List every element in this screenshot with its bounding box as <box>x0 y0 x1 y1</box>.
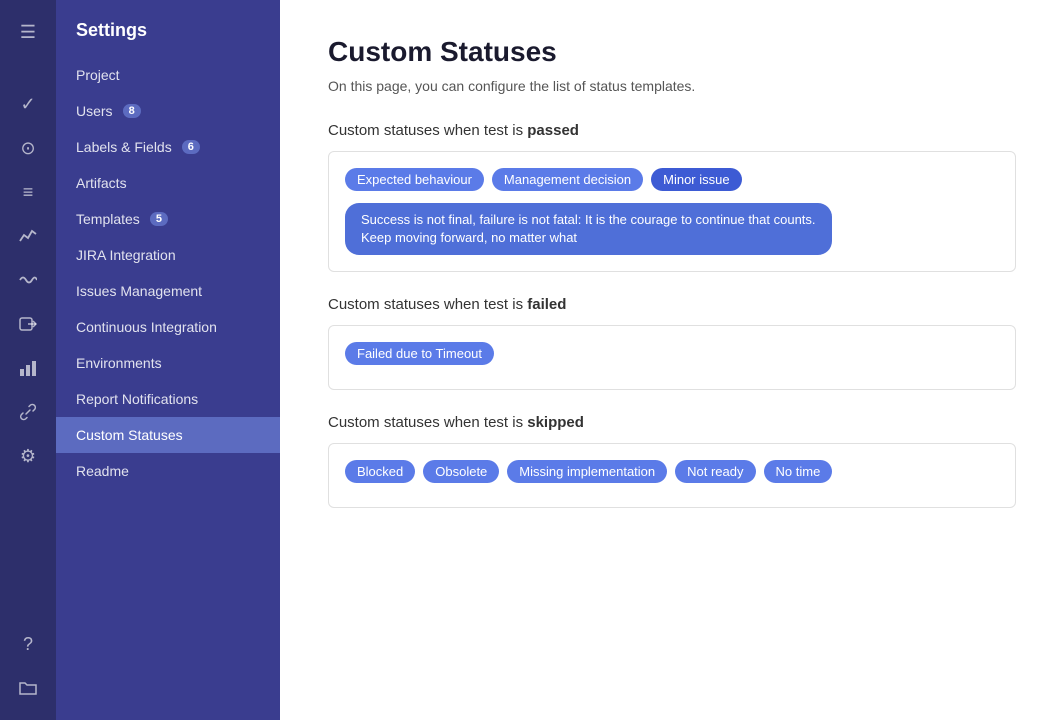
question-icon[interactable]: ? <box>10 626 46 662</box>
sidebar-item-label: Users <box>76 103 113 119</box>
failed-tags-row: Failed due to Timeout <box>345 342 999 365</box>
tag-expected-behaviour[interactable]: Expected behaviour <box>345 168 484 191</box>
sidebar-item-label: Continuous Integration <box>76 319 217 335</box>
sidebar-item-label: Artifacts <box>76 175 127 191</box>
passed-section-title: Custom statuses when test is passed <box>328 122 1016 139</box>
menu-icon[interactable]: ☰ <box>10 14 46 50</box>
sidebar-item-label: Environments <box>76 355 162 371</box>
templates-badge: 5 <box>150 212 168 226</box>
sidebar-item-environments[interactable]: Environments <box>56 345 280 381</box>
bar-chart-icon[interactable] <box>10 350 46 386</box>
passed-quote-text: Success is not final, failure is not fat… <box>345 203 832 255</box>
main-content: Custom Statuses On this page, you can co… <box>280 0 1064 720</box>
icon-rail: ☰ ✓ ⊙ ≡ ⚙ ? <box>0 0 56 720</box>
passed-tags-row: Expected behaviour Management decision M… <box>345 168 999 191</box>
sidebar-item-label: Labels & Fields <box>76 139 172 155</box>
passed-quote: Success is not final, failure is not fat… <box>345 199 999 255</box>
sidebar-item-artifacts[interactable]: Artifacts <box>56 165 280 201</box>
sidebar-item-templates[interactable]: Templates 5 <box>56 201 280 237</box>
sidebar-item-jira-integration[interactable]: JIRA Integration <box>56 237 280 273</box>
sidebar-item-label: Issues Management <box>76 283 202 299</box>
failed-section: Custom statuses when test is failed Fail… <box>328 296 1016 390</box>
passed-status-card: Expected behaviour Management decision M… <box>328 151 1016 272</box>
arrow-right-box-icon[interactable] <box>10 306 46 342</box>
tag-failed-timeout[interactable]: Failed due to Timeout <box>345 342 494 365</box>
passed-section: Custom statuses when test is passed Expe… <box>328 122 1016 272</box>
skipped-section: Custom statuses when test is skipped Blo… <box>328 414 1016 508</box>
skipped-status-card: Blocked Obsolete Missing implementation … <box>328 443 1016 508</box>
sidebar-item-label: Templates <box>76 211 140 227</box>
page-title: Custom Statuses <box>328 36 1016 68</box>
users-badge: 8 <box>123 104 141 118</box>
tag-management-decision[interactable]: Management decision <box>492 168 643 191</box>
sidebar: Settings Project Users 8 Labels & Fields… <box>56 0 280 720</box>
wave-icon[interactable] <box>10 262 46 298</box>
sidebar-item-label: Project <box>76 67 120 83</box>
gear-icon[interactable]: ⚙ <box>10 438 46 474</box>
sidebar-item-label: Report Notifications <box>76 391 198 407</box>
sidebar-item-labels-fields[interactable]: Labels & Fields 6 <box>56 129 280 165</box>
sidebar-item-label: JIRA Integration <box>76 247 176 263</box>
sidebar-item-continuous-integration[interactable]: Continuous Integration <box>56 309 280 345</box>
tag-no-time[interactable]: No time <box>764 460 833 483</box>
sidebar-item-issues-management[interactable]: Issues Management <box>56 273 280 309</box>
sidebar-item-report-notifications[interactable]: Report Notifications <box>56 381 280 417</box>
labels-badge: 6 <box>182 140 200 154</box>
failed-section-title: Custom statuses when test is failed <box>328 296 1016 313</box>
sidebar-item-project[interactable]: Project <box>56 57 280 93</box>
tag-blocked[interactable]: Blocked <box>345 460 415 483</box>
folder-icon[interactable] <box>10 670 46 706</box>
skipped-tags-row: Blocked Obsolete Missing implementation … <box>345 460 999 483</box>
tag-missing-implementation[interactable]: Missing implementation <box>507 460 667 483</box>
sidebar-item-label: Custom Statuses <box>76 427 183 443</box>
failed-status-card: Failed due to Timeout <box>328 325 1016 390</box>
play-circle-icon[interactable]: ⊙ <box>10 130 46 166</box>
list-icon[interactable]: ≡ <box>10 174 46 210</box>
sidebar-item-users[interactable]: Users 8 <box>56 93 280 129</box>
graph-icon[interactable] <box>10 218 46 254</box>
skipped-section-title: Custom statuses when test is skipped <box>328 414 1016 431</box>
tag-minor-issue[interactable]: Minor issue <box>651 168 741 191</box>
tag-obsolete[interactable]: Obsolete <box>423 460 499 483</box>
sidebar-item-readme[interactable]: Readme <box>56 453 280 489</box>
sidebar-item-custom-statuses[interactable]: Custom Statuses <box>56 417 280 453</box>
page-description: On this page, you can configure the list… <box>328 78 1016 94</box>
sidebar-title: Settings <box>56 16 280 57</box>
tag-not-ready[interactable]: Not ready <box>675 460 755 483</box>
check-icon[interactable]: ✓ <box>10 86 46 122</box>
sidebar-item-label: Readme <box>76 463 129 479</box>
link-icon[interactable] <box>10 394 46 430</box>
